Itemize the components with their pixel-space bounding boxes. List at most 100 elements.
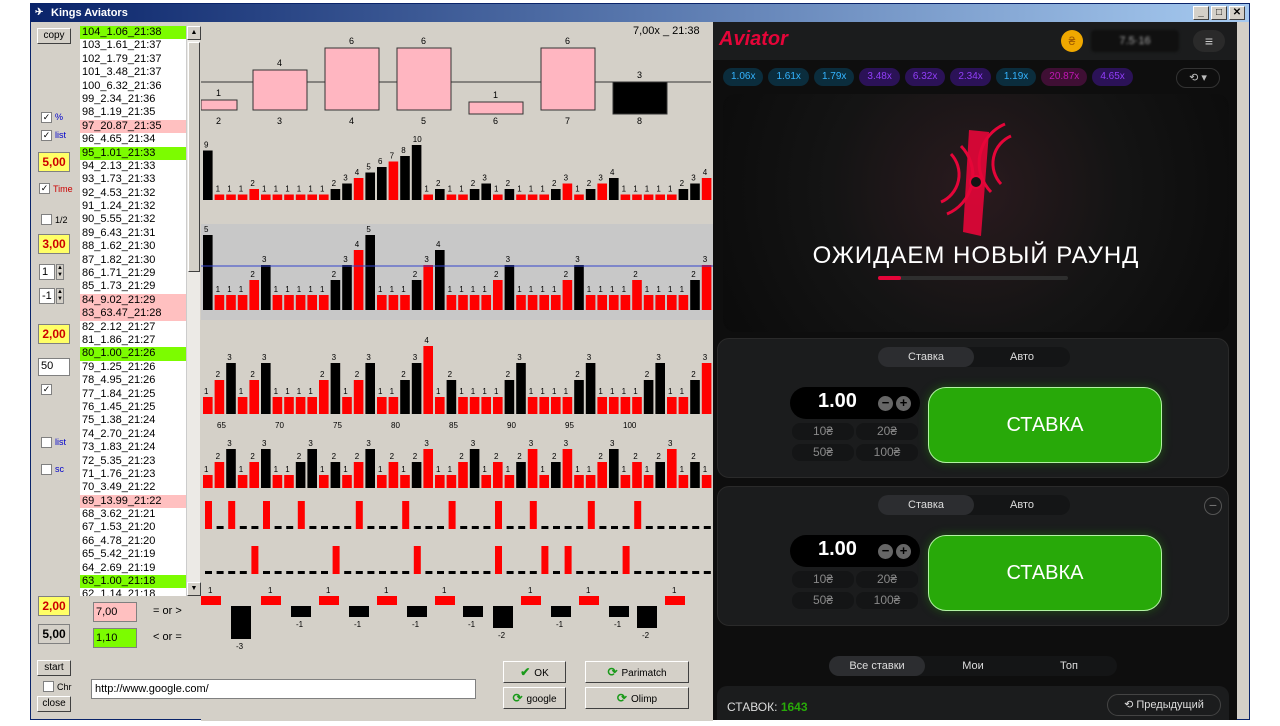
list-item[interactable]: 91_1.24_21:32 [80,200,188,213]
list-item[interactable]: 84_9.02_21:29 [80,293,188,308]
remove-panel-icon[interactable]: − [1204,497,1222,515]
list-item[interactable]: 62_1.14_21:18 [80,588,188,596]
lt-threshold-field[interactable]: 1,10 [93,628,137,648]
sc-checkbox[interactable] [41,464,52,475]
list-item[interactable]: 73_1.83_21:24 [80,441,188,454]
spin-arrows-1[interactable]: ▲ ▼ [56,264,64,280]
list-item[interactable]: 96_4.65_21:34 [80,133,188,146]
list-item[interactable]: 66_4.78_21:20 [80,535,188,548]
bets-tabs[interactable]: Все ставки Мои Топ [829,656,1117,676]
parimatch-button[interactable]: ⟳ Parimatch [585,661,689,683]
value-box-4[interactable]: 2,00 [38,596,70,616]
pct-checkbox[interactable]: ✓ [41,112,52,123]
list-item[interactable]: 86_1.71_21:29 [80,267,188,280]
history-button[interactable]: ⟲ ▾ [1176,68,1220,88]
close-window-button[interactable]: ✕ [1229,6,1245,20]
ok-button[interactable]: ✔ OK [503,661,566,683]
list-item[interactable]: 75_1.38_21:24 [80,414,188,427]
list-item[interactable]: 90_5.55_21:32 [80,213,188,226]
value-box-2[interactable]: 3,00 [38,234,70,254]
time-checkbox[interactable]: ✓ [39,183,50,194]
list-item[interactable]: 93_1.73_21:33 [80,173,188,186]
quick-20-1[interactable]: 20₴ [856,423,918,440]
bet-mode-toggle-2[interactable]: Ставка Авто [878,495,1070,515]
olimp-button[interactable]: ⟳ Olimp [585,687,689,709]
quick-50-1[interactable]: 50₴ [792,444,854,461]
value-box-5[interactable]: 5,00 [38,624,70,644]
list-item[interactable]: 76_1.45_21:25 [80,401,188,414]
start-button[interactable]: start [37,660,71,676]
value-box-1[interactable]: 5,00 [38,152,70,172]
quick-100-1[interactable]: 100₴ [856,444,918,461]
bet-mode-toggle-1[interactable]: Ставка Авто [878,347,1070,367]
tab-auto-1[interactable]: Авто [974,347,1070,367]
results-list[interactable]: 104_1.06_21:38 103_1.61_21:37 102_1.79_21:… [80,26,188,596]
list-item[interactable]: 104_1.06_21:38 [80,26,188,40]
list-item[interactable]: 64_2.69_21:19 [80,562,188,575]
list-item[interactable]: 80_1.00_21:26 [80,347,188,361]
previous-button[interactable]: ⟲ Предыдущий [1107,694,1221,716]
url-input[interactable]: http://www.google.com/ [91,679,476,699]
list-item[interactable]: 77_1.84_21:25 [80,388,188,401]
list-item[interactable]: 68_3.62_21:21 [80,508,188,521]
gt-threshold-field[interactable]: 7,00 [93,602,137,622]
plus-icon[interactable]: + [896,396,911,411]
spin-field-1[interactable]: 1 [39,264,55,280]
quick-10-1[interactable]: 10₴ [792,423,854,440]
minimize-button[interactable]: _ [1193,6,1209,20]
list-checkbox[interactable]: ✓ [41,130,52,141]
list-item[interactable]: 102_1.79_21:37 [80,53,188,66]
amount-field-1[interactable]: 1.00 − + [790,387,920,419]
list-item[interactable]: 82_2.12_21:27 [80,321,188,334]
scroll-thumb[interactable] [188,42,200,272]
list-item[interactable]: 67_1.53_21:20 [80,521,188,534]
list-item[interactable]: 85_1.73_21:29 [80,280,188,293]
copy-button[interactable]: copy [37,28,71,44]
list-item[interactable]: 83_63.47_21:28 [80,307,188,321]
list-item[interactable]: 79_1.25_21:26 [80,361,188,374]
spin-field-2[interactable]: -1 [39,288,55,304]
list-item[interactable]: 65_5.42_21:19 [80,548,188,561]
count-field[interactable]: 50 [38,358,70,376]
quick-100-2[interactable]: 100₴ [856,592,918,609]
tab-top[interactable]: Топ [1021,656,1117,676]
bet-button-2[interactable]: СТАВКА [928,535,1162,611]
list-item[interactable]: 78_4.95_21:26 [80,374,188,387]
chr-checkbox[interactable] [43,681,54,692]
minus-icon[interactable]: − [878,396,893,411]
list-item[interactable]: 71_1.76_21:23 [80,468,188,481]
maximize-button[interactable]: □ [1211,6,1227,20]
list-item[interactable]: 94_2.13_21:33 [80,160,188,173]
tab-all-bets[interactable]: Все ставки [829,656,925,676]
menu-icon[interactable]: ≡ [1193,30,1225,52]
list-item[interactable]: 89_6.43_21:31 [80,227,188,240]
list-item[interactable]: 63_1.00_21:18 [80,575,188,589]
list-item[interactable]: 95_1.01_21:33 [80,146,188,160]
scroll-down-arrow[interactable]: ▼ [187,582,201,596]
bet-button-1[interactable]: СТАВКА [928,387,1162,463]
tab-my-bets[interactable]: Мои [925,656,1021,676]
list-item[interactable]: 100_6.32_21:36 [80,80,188,93]
list-item[interactable]: 87_1.82_21:30 [80,254,188,267]
list-item[interactable]: 92_4.53_21:32 [80,187,188,200]
quick-20-2[interactable]: 20₴ [856,571,918,588]
list-item[interactable]: 88_1.62_21:30 [80,240,188,253]
amount-field-2[interactable]: 1.00 − + [790,535,920,567]
google-button[interactable]: ⟳ google [503,687,566,709]
list-item[interactable]: 101_3.48_21:37 [80,66,188,79]
list-item[interactable]: 70_3.49_21:22 [80,481,188,494]
list-item[interactable]: 72_5.35_21:23 [80,455,188,468]
quick-10-2[interactable]: 10₴ [792,571,854,588]
list-item[interactable]: 103_1.61_21:37 [80,39,188,52]
list-item[interactable]: 97_20.87_21:35 [80,119,188,134]
list-item[interactable]: 69_13.99_21:22 [80,494,188,509]
list-item[interactable]: 98_1.19_21:35 [80,106,188,119]
extra-checkbox[interactable]: ✓ [41,384,52,395]
list-item[interactable]: 74_2.70_21:24 [80,428,188,441]
minus-icon[interactable]: − [878,544,893,559]
list-item[interactable]: 81_1.86_21:27 [80,334,188,347]
spin-arrows-2[interactable]: ▲ ▼ [56,288,64,304]
list2-checkbox[interactable] [41,437,52,448]
tab-bet-2[interactable]: Ставка [878,495,974,515]
quick-50-2[interactable]: 50₴ [792,592,854,609]
